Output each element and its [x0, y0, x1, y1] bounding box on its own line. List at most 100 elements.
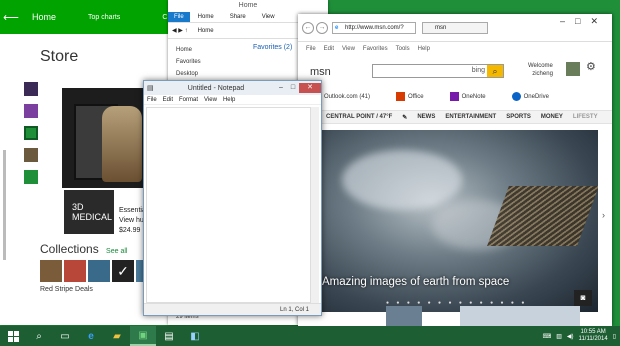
office-icon [396, 92, 406, 101]
app-tile-icon[interactable] [24, 82, 38, 96]
nav-desktop[interactable]: Desktop [176, 68, 201, 80]
see-all-link[interactable]: See all [106, 248, 127, 255]
camera-icon[interactable]: ◙ [574, 290, 592, 306]
ribbon-view-tab[interactable]: View [254, 14, 283, 20]
deals-label[interactable]: Red Stripe Deals [40, 286, 93, 293]
store-categories-link[interactable]: C [162, 14, 167, 21]
menu-tools[interactable]: Tools [396, 46, 410, 52]
collection-tile[interactable] [64, 260, 86, 282]
address-home[interactable]: Home [198, 28, 214, 34]
space-station-image [487, 186, 598, 246]
window-controls[interactable]: –□✕ [560, 16, 608, 27]
nav-money[interactable]: MONEY [541, 114, 563, 120]
forward-icon[interactable]: → [316, 21, 328, 34]
favorites-header[interactable]: Favorites (2) [253, 44, 292, 51]
pencil-icon[interactable]: ✎ [402, 114, 407, 121]
store-app-icon[interactable] [24, 170, 38, 184]
onedrive-label: OneDrive [523, 94, 549, 101]
menu-view[interactable]: View [342, 46, 355, 52]
ie-taskbar-icon[interactable]: e [78, 326, 104, 346]
maximize-icon[interactable]: □ [287, 83, 299, 93]
menu-format[interactable]: Format [179, 97, 198, 103]
notepad-menu-bar: File Edit Format View Help [144, 95, 321, 105]
collection-tile[interactable] [88, 260, 110, 282]
window-taskbar-icon[interactable]: ◧ [182, 326, 208, 346]
start-button[interactable] [0, 326, 26, 346]
store-app-icon[interactable] [24, 126, 38, 140]
minimize-icon[interactable]: – [275, 83, 287, 93]
keyboard-icon[interactable]: ⌨ [543, 333, 552, 340]
weather-link[interactable]: CENTRAL POINT / 47°F [326, 114, 392, 120]
clock-time: 10:55 AM [580, 329, 606, 335]
nav-lifestyle[interactable]: LIFESTY [573, 114, 598, 120]
menu-favorites[interactable]: Favorites [363, 46, 388, 52]
address-bar[interactable]: http://www.msn.com/? [332, 21, 416, 34]
onenote-icon [449, 92, 459, 101]
welcome-text: Welcome zicheng [528, 62, 553, 78]
onenote-label: OneNote [461, 94, 486, 101]
menu-help[interactable]: Help [223, 97, 235, 103]
back-arrow-icon[interactable]: ⟵ [0, 11, 22, 24]
nav-news[interactable]: NEWS [417, 114, 435, 120]
ribbon-file-tab[interactable]: File [168, 11, 190, 22]
notepad-taskbar-icon[interactable]: ▤ [156, 326, 182, 346]
search-icon[interactable]: ⌕ [26, 326, 52, 346]
checkmark-icon[interactable]: ✓ [112, 260, 134, 282]
ribbon-share-tab[interactable]: Share [222, 14, 254, 20]
menu-edit[interactable]: Edit [324, 46, 334, 52]
tab-msn[interactable]: msn [422, 21, 488, 34]
ie-window[interactable]: ← → http://www.msn.com/? msn –□✕ File Ed… [298, 14, 612, 326]
office-label: Office [408, 94, 424, 101]
office-link[interactable]: Office [396, 92, 424, 101]
app-tile-icon[interactable] [24, 148, 38, 162]
user-name[interactable]: zicheng [528, 70, 553, 78]
menu-file[interactable]: File [306, 46, 316, 52]
task-view-icon[interactable]: ▭ [52, 326, 78, 346]
hero-image[interactable]: Amazing images of earth from space ● ● ●… [322, 130, 598, 312]
hero-caption[interactable]: Amazing images of earth from space [322, 276, 598, 288]
page-title: Store [40, 48, 79, 65]
chevron-right-icon[interactable]: › [602, 210, 605, 220]
search-icon[interactable]: ⌕ [487, 65, 503, 77]
ribbon-home-tab[interactable]: Home [190, 14, 222, 20]
menu-edit[interactable]: Edit [163, 97, 173, 103]
text-editor-area[interactable] [146, 107, 311, 303]
avatar[interactable] [566, 62, 580, 76]
notepad-titlebar[interactable]: ▤ Untitled - Notepad – □ ✕ [144, 81, 321, 95]
menu-help[interactable]: Help [418, 46, 430, 52]
scrollbar[interactable] [3, 150, 6, 260]
menu-view[interactable]: View [204, 97, 217, 103]
clock-date: 11/11/2014 [578, 336, 608, 342]
msn-nav-bar: CENTRAL POINT / 47°F ✎ NEWS ENTERTAINMEN… [298, 110, 612, 124]
nav-home[interactable]: Home [176, 44, 201, 56]
featured-app-banner[interactable] [62, 88, 144, 188]
search-input[interactable]: bing ⌕ [372, 64, 504, 78]
menu-file[interactable]: File [147, 97, 157, 103]
folder-icon[interactable]: ▰ [104, 326, 130, 346]
network-icon[interactable]: ▥ [556, 333, 562, 340]
close-icon[interactable]: ✕ [299, 83, 321, 93]
nav-sports[interactable]: SPORTS [506, 114, 531, 120]
notifications-icon[interactable]: ▯ [613, 333, 616, 340]
clock[interactable]: 10:55 AM 11/11/2014 [579, 329, 608, 343]
collection-tile[interactable] [40, 260, 62, 282]
volume-icon[interactable]: ◀) [567, 333, 574, 340]
nav-favorites[interactable]: Favorites [176, 56, 201, 68]
store-home-link[interactable]: Home [32, 12, 56, 22]
onedrive-icon [511, 92, 521, 101]
store-taskbar-icon[interactable]: ▣ [130, 326, 156, 346]
back-icon[interactable]: ← [302, 21, 314, 34]
nav-entertainment[interactable]: ENTERTAINMENT [445, 114, 496, 120]
explorer-nav-pane: Home Favorites Desktop [176, 44, 201, 80]
scrollbar[interactable] [311, 107, 319, 303]
onedrive-link[interactable]: OneDrive [511, 92, 549, 101]
onenote-link[interactable]: OneNote [449, 92, 486, 101]
viber-icon[interactable] [24, 104, 38, 118]
collections-section: Collections See all [40, 242, 127, 256]
gear-icon[interactable]: ⚙ [586, 60, 596, 73]
back-arrow-icon[interactable]: ◀ ▶ ↑ [172, 27, 188, 34]
outlook-link[interactable]: Outlook.com (41) [324, 94, 370, 100]
msn-logo[interactable]: msn [310, 66, 331, 78]
notepad-window[interactable]: ▤ Untitled - Notepad – □ ✕ File Edit For… [143, 80, 322, 316]
store-top-charts-link[interactable]: Top charts [88, 14, 120, 21]
